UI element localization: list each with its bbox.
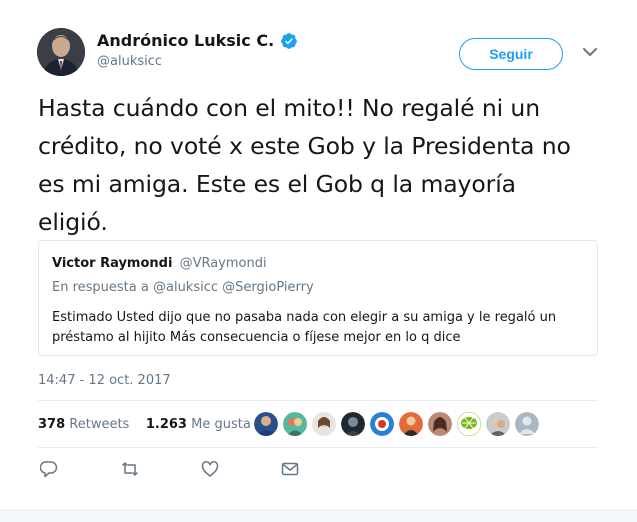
tweet-line: es mi amiga. Este es el Gob q la mayoría xyxy=(38,170,516,198)
quoted-text-line: préstamo al hijito Más consecuencia o fí… xyxy=(52,330,461,345)
liker-avatar[interactable] xyxy=(515,412,539,436)
liker-avatar[interactable] xyxy=(486,412,510,436)
reply-icon[interactable] xyxy=(40,460,58,478)
author-avatar[interactable] xyxy=(37,28,85,76)
likes-count: 1.263 xyxy=(145,417,187,432)
retweet-icon[interactable] xyxy=(121,460,139,478)
message-icon[interactable] xyxy=(281,460,299,478)
likers-avatars xyxy=(254,412,544,436)
quoted-author-name: Victor Raymondi xyxy=(52,256,173,271)
liker-avatar[interactable] xyxy=(341,412,365,436)
liker-avatar[interactable] xyxy=(254,412,278,436)
tweet-stats: 378 Retweets 1.263 Me gusta xyxy=(38,417,251,432)
quoted-text-line: Estimado Usted dijo que no pasaba nada c… xyxy=(52,310,557,325)
reply-prefix: En respuesta a xyxy=(52,280,149,295)
bottom-bar xyxy=(0,510,637,522)
follow-button[interactable]: Seguir xyxy=(459,38,563,70)
likes-label: Me gusta xyxy=(191,417,251,432)
divider xyxy=(38,400,598,401)
author-name-row[interactable]: Andrónico Luksic C. xyxy=(97,31,298,50)
tweet-line: Hasta cuándo con el mito!! No regalé ni … xyxy=(38,94,541,122)
verified-badge-icon xyxy=(281,32,298,49)
liker-avatar[interactable] xyxy=(283,412,307,436)
reply-handles: @aluksicc @SergioPierry xyxy=(152,280,314,295)
author-name[interactable]: Andrónico Luksic C. xyxy=(97,31,274,50)
quoted-reply-context: En respuesta a @aluksicc @SergioPierry xyxy=(52,280,314,295)
chevron-down-icon[interactable] xyxy=(582,46,598,58)
retweets-count: 378 xyxy=(38,417,66,432)
divider xyxy=(38,447,598,448)
quoted-tweet[interactable]: Victor Raymondi @VRaymondi En respuesta … xyxy=(38,240,598,356)
liker-avatar[interactable] xyxy=(312,412,336,436)
liker-avatar[interactable] xyxy=(428,412,452,436)
likes-stat[interactable]: 1.263 Me gusta xyxy=(146,417,251,432)
quoted-text: Estimado Usted dijo que no pasaba nada c… xyxy=(52,308,582,348)
retweets-stat[interactable]: 378 Retweets xyxy=(38,417,129,432)
liker-avatar[interactable] xyxy=(457,412,481,436)
like-icon[interactable] xyxy=(201,460,219,478)
author-handle[interactable]: @aluksicc xyxy=(97,54,162,69)
liker-avatar[interactable] xyxy=(370,412,394,436)
tweet-text: Hasta cuándo con el mito!! No regalé ni … xyxy=(38,89,618,241)
quoted-author-handle: @VRaymondi xyxy=(179,256,267,271)
retweets-label: Retweets xyxy=(69,417,130,432)
tweet-line: eligió. xyxy=(38,208,108,236)
quoted-author: Victor Raymondi @VRaymondi xyxy=(52,256,267,271)
tweet-timestamp[interactable]: 14:47 - 12 oct. 2017 xyxy=(38,373,171,388)
liker-avatar[interactable] xyxy=(399,412,423,436)
tweet-line: crédito, no voté x este Gob y la Preside… xyxy=(38,132,571,160)
